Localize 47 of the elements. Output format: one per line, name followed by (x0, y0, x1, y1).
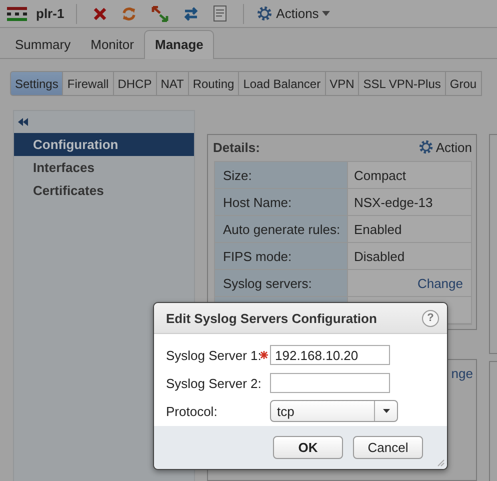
property-label: Syslog servers: (215, 270, 347, 296)
panel-title: Details: (213, 140, 260, 154)
property-label: Size: (215, 162, 347, 188)
sidebar-item[interactable]: Configuration (14, 133, 194, 156)
settings-tab[interactable]: VPN (326, 71, 360, 96)
settings-tab[interactable]: Grou (446, 71, 482, 96)
settings-tab[interactable]: Settings (10, 71, 64, 96)
settings-tab[interactable]: Load Balancer (239, 71, 326, 96)
router-icon (6, 6, 28, 22)
caret-icon (322, 11, 330, 16)
property-value: Enabled (347, 216, 471, 242)
main-tab[interactable]: Manage (144, 30, 214, 59)
property-label: Host Name: (215, 189, 347, 215)
resize-grip-icon[interactable] (437, 459, 445, 467)
collapse-icon[interactable] (18, 118, 28, 126)
property-value: Compact (347, 162, 471, 188)
property-value: Disabled (347, 243, 471, 269)
sidebar-item[interactable]: Certificates (14, 179, 194, 202)
main-tab[interactable]: Monitor (80, 31, 144, 58)
gear-icon (256, 5, 274, 22)
object-name: plr-1 (36, 6, 64, 21)
action-menu[interactable]: Action (418, 139, 472, 155)
field-label: Syslog Server 2: (166, 376, 260, 390)
input-field[interactable]: 192.168.10.20 (270, 345, 390, 365)
field-label: Syslog Server 1: (166, 348, 260, 362)
property-value: NSX-edge-13 (347, 189, 471, 215)
change-link[interactable]: nge (451, 366, 473, 381)
settings-tab[interactable]: Routing (188, 71, 240, 96)
input-field[interactable] (270, 373, 390, 393)
dialog-title: Edit Syslog Servers Configuration (166, 310, 377, 326)
help-button[interactable]: ? (422, 310, 439, 326)
field-label: Protocol: (166, 404, 218, 418)
caret-icon (382, 409, 390, 413)
gear-icon (418, 139, 434, 155)
settings-tab[interactable]: DHCP (114, 71, 157, 96)
cancel-button[interactable]: Cancel (353, 436, 423, 459)
settings-tab[interactable]: NAT (156, 71, 189, 96)
actions-menu[interactable]: Actions (256, 5, 330, 22)
property-label: Auto generate rules: (215, 216, 347, 242)
settings-tab[interactable]: SSL VPN-Plus (359, 71, 446, 96)
main-tab[interactable]: Summary (5, 31, 81, 58)
settings-tab[interactable]: Firewall (63, 71, 114, 96)
protocol-dropdown[interactable]: tcp (270, 400, 398, 422)
ok-button[interactable]: OK (273, 436, 343, 459)
sidebar-item[interactable]: Interfaces (14, 156, 194, 179)
property-label: FIPS mode: (215, 243, 347, 269)
required-icon (260, 351, 268, 359)
